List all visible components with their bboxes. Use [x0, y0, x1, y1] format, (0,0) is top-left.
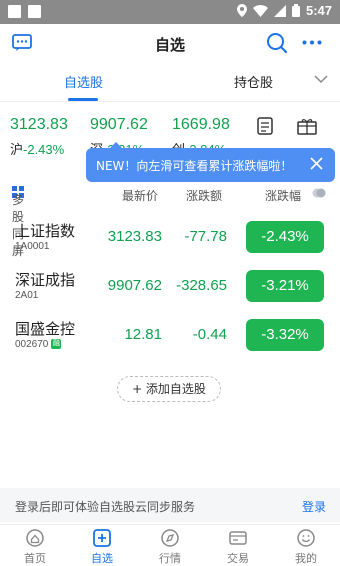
nav-label: 我的: [295, 552, 317, 565]
stock-change: -77.78: [184, 228, 227, 245]
column-header-pct[interactable]: 涨跌幅: [265, 187, 301, 204]
index-exchange: 沪: [10, 143, 24, 158]
notification-icon: [28, 5, 41, 18]
index-card[interactable]: 3123.83 沪-2.43%: [10, 116, 68, 158]
stock-change: -328.65: [176, 277, 227, 294]
index-value: 3123.83: [10, 116, 68, 133]
stock-code: 2A01: [15, 290, 39, 301]
page-title: 自选: [154, 36, 185, 54]
stock-price: 12.81: [124, 326, 162, 343]
card-icon: [229, 531, 247, 545]
table-row[interactable]: 国盛金控 002670 融 12.81 -0.44 -3.32%: [0, 312, 340, 360]
nav-item-watchlist[interactable]: 自选: [77, 528, 127, 566]
multi-screen-button[interactable]: 多股同屏: [12, 186, 24, 258]
tooltip-arrow: [110, 142, 122, 148]
clock: 5:47: [305, 3, 332, 18]
nav-item-market[interactable]: 行情: [145, 528, 195, 566]
tab-watchlist[interactable]: 自选股: [64, 72, 103, 91]
index-pct: -2.43%: [23, 142, 65, 157]
stock-code: 1A0001: [15, 241, 50, 252]
swipe-tip-tooltip: NEW！向左滑可查看累计涨跌幅啦！: [86, 142, 335, 182]
stock-price: 3123.83: [107, 228, 162, 245]
stock-code-wrap: 002670 融: [15, 339, 62, 350]
login-link[interactable]: 登录: [302, 498, 326, 515]
index-value: 1669.98: [172, 116, 230, 133]
margin-badge: 融: [51, 339, 62, 350]
search-icon[interactable]: [266, 32, 288, 54]
nav-label: 交易: [227, 552, 249, 565]
chevron-down-icon[interactable]: [314, 74, 328, 84]
status-bar: 5:47: [0, 0, 340, 24]
tab-indicator: [68, 98, 98, 101]
login-prompt-bar: 登录后即可体验自选股云同步服务 登录: [0, 488, 340, 522]
notification-icon: [8, 5, 21, 18]
table-row[interactable]: 上证指数 1A0001 3123.83 -77.78 -2.43%: [0, 214, 340, 262]
add-stock-button[interactable]: + 添加自选股: [117, 376, 221, 402]
tab-holdings[interactable]: 持仓股: [234, 72, 273, 91]
table-header: 多股同屏 最新价 涨跌额 涨跌幅: [0, 182, 340, 258]
stock-code: 002670: [15, 339, 49, 350]
top-bar: 自选: [0, 24, 340, 64]
nav-label: 首页: [24, 552, 46, 565]
column-header-change[interactable]: 涨跌额: [186, 187, 222, 204]
signal-icon: [273, 4, 286, 17]
more-icon[interactable]: [302, 40, 322, 45]
home-icon: [26, 529, 44, 547]
tooltip-text: NEW！向左滑可查看累计涨跌幅啦！: [96, 159, 293, 173]
stock-price: 9907.62: [107, 277, 162, 294]
stock-name: 国盛金控: [15, 320, 76, 338]
compass-icon: [161, 529, 179, 547]
plus-square-icon: [93, 529, 111, 547]
login-prompt-text: 登录后即可体验自选股云同步服务: [15, 500, 196, 514]
gift-icon[interactable]: [296, 116, 318, 136]
wifi-icon: [252, 4, 268, 17]
nav-label: 自选: [91, 552, 113, 565]
stock-pct-badge[interactable]: -2.43%: [246, 221, 324, 253]
expand-columns-icon[interactable]: [312, 188, 326, 198]
table-row[interactable]: 深证成指 2A01 9907.62 -328.65 -3.21%: [0, 263, 340, 311]
battery-icon: [291, 4, 300, 17]
nav-item-trade[interactable]: 交易: [213, 528, 263, 566]
bottom-nav: 首页 自选 行情 交易 我的: [0, 524, 340, 566]
close-icon[interactable]: [310, 157, 323, 170]
smile-icon: [297, 529, 315, 547]
calendar-icon[interactable]: [256, 116, 276, 136]
tab-bar: 自选股 持仓股: [0, 66, 340, 102]
index-value: 9907.62: [90, 116, 148, 133]
stock-name: 深证成指: [15, 271, 76, 289]
stock-pct-badge[interactable]: -3.21%: [246, 270, 324, 302]
column-header-price[interactable]: 最新价: [122, 187, 158, 204]
nav-label: 行情: [159, 552, 181, 565]
stock-change: -0.44: [192, 326, 227, 343]
location-icon: [236, 4, 247, 17]
stock-pct-badge[interactable]: -3.32%: [246, 319, 324, 351]
nav-item-home[interactable]: 首页: [10, 528, 60, 566]
nav-item-profile[interactable]: 我的: [281, 528, 331, 566]
stock-name: 上证指数: [15, 222, 76, 240]
